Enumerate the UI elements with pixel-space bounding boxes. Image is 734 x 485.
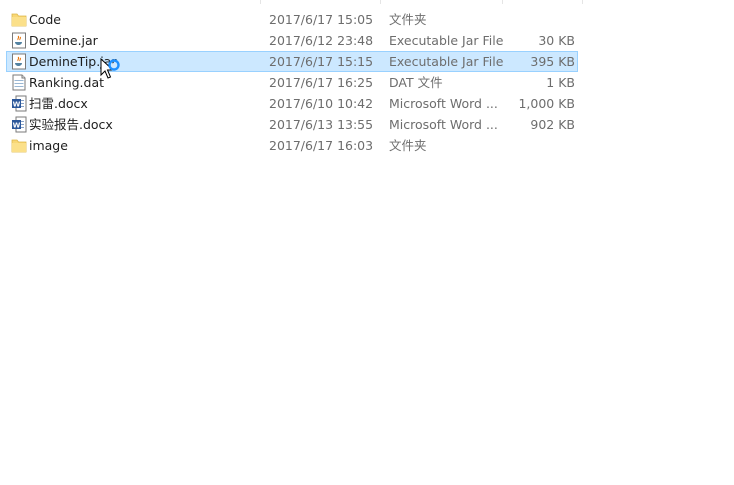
file-size — [507, 10, 575, 29]
file-name: 实验报告.docx — [29, 117, 113, 132]
file-type: Microsoft Word ... — [389, 117, 498, 132]
file-date: 2017/6/17 15:15 — [269, 54, 374, 69]
file-size — [507, 136, 575, 155]
file-type: DAT 文件 — [389, 75, 443, 90]
svg-text:W: W — [13, 121, 21, 129]
file-size: 30 KB — [538, 33, 575, 48]
file-type: 文件夹 — [389, 138, 427, 153]
file-date: 2017/6/12 23:48 — [269, 33, 374, 48]
column-divider[interactable] — [502, 0, 503, 4]
file-date: 2017/6/17 16:25 — [269, 75, 374, 90]
file-size: 902 KB — [530, 117, 575, 132]
file-date: 2017/6/17 15:05 — [269, 12, 374, 27]
file-name: Demine.jar — [29, 33, 98, 48]
file-type: 文件夹 — [389, 12, 427, 27]
column-divider[interactable] — [380, 0, 381, 4]
file-row-report-docx[interactable]: W 实验报告.docx 2017/6/13 13:55 Microsoft Wo… — [6, 114, 578, 135]
column-divider[interactable] — [582, 0, 583, 4]
svg-text:W: W — [13, 100, 21, 108]
folder-icon — [11, 137, 27, 154]
busy-spinner-icon — [108, 59, 120, 71]
dat-file-icon — [11, 74, 27, 91]
file-row-image[interactable]: image 2017/6/17 16:03 文件夹 — [6, 135, 578, 156]
file-type: Microsoft Word ... — [389, 96, 498, 111]
file-row-deminetip-jar[interactable]: DemineTip.jar 2017/6/17 15:15 Executable… — [6, 51, 578, 72]
folder-icon — [11, 11, 27, 28]
word-doc-icon: W — [11, 95, 27, 112]
file-name: 扫雷.docx — [29, 96, 88, 111]
file-row-saolei-docx[interactable]: W 扫雷.docx 2017/6/10 10:42 Microsoft Word… — [6, 93, 578, 114]
file-name: Code — [29, 12, 62, 27]
file-type: Executable Jar File — [389, 33, 504, 48]
file-name: Ranking.dat — [29, 75, 105, 90]
java-jar-icon — [11, 53, 27, 70]
file-row-code[interactable]: Code 2017/6/17 15:05 文件夹 — [6, 9, 578, 30]
file-size: 1 KB — [546, 75, 575, 90]
file-row-demine-jar[interactable]: Demine.jar 2017/6/12 23:48 Executable Ja… — [6, 30, 578, 51]
file-date: 2017/6/10 10:42 — [269, 96, 374, 111]
file-date: 2017/6/13 13:55 — [269, 117, 374, 132]
java-jar-icon — [11, 32, 27, 49]
word-doc-icon: W — [11, 116, 27, 133]
file-size: 1,000 KB — [518, 96, 575, 111]
file-type: Executable Jar File — [389, 54, 504, 69]
file-row-ranking-dat[interactable]: Ranking.dat 2017/6/17 16:25 DAT 文件 1 KB — [6, 72, 578, 93]
file-size: 395 KB — [530, 54, 575, 69]
file-date: 2017/6/17 16:03 — [269, 138, 374, 153]
column-divider[interactable] — [260, 0, 261, 4]
file-name: image — [29, 138, 68, 153]
